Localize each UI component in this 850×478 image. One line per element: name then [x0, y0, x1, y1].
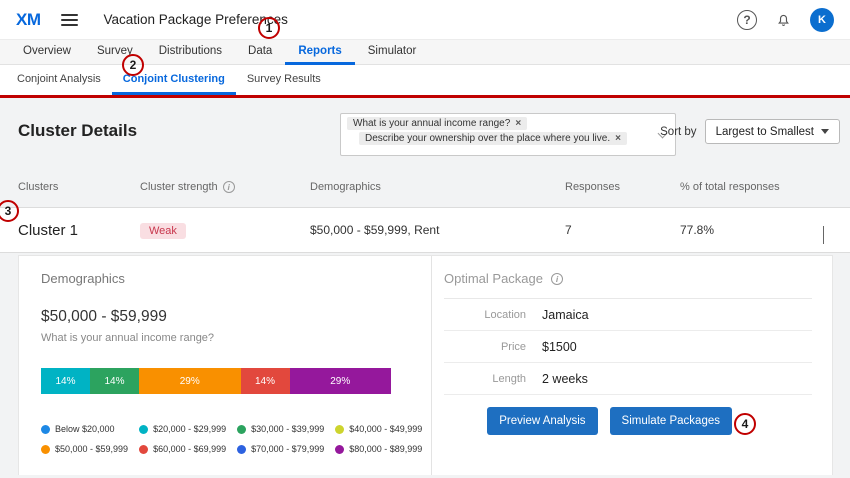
legend-label: $40,000 - $49,999 [349, 424, 422, 434]
collapse-chevron-icon[interactable] [823, 226, 824, 244]
preview-analysis-button[interactable]: Preview Analysis [487, 407, 597, 435]
col-clusters: Clusters [18, 181, 140, 193]
legend-item: Below $20,000 [41, 424, 128, 434]
legend-dot [335, 445, 344, 454]
legend-dot [139, 425, 148, 434]
filter-chip-label: What is your annual income range? [353, 118, 510, 129]
tab-data[interactable]: Data [235, 40, 285, 65]
legend-item: $70,000 - $79,999 [237, 444, 324, 454]
cluster-row[interactable]: Cluster 1 Weak $50,000 - $59,999, Rent 7… [0, 207, 850, 253]
col-responses: Responses [565, 181, 680, 193]
annotation-circle-2: 2 [122, 54, 144, 76]
legend-dot [237, 445, 246, 454]
legend-item: $40,000 - $49,999 [335, 424, 422, 434]
col-percent: % of total responses [680, 181, 850, 193]
legend-label: $80,000 - $89,999 [349, 444, 422, 454]
legend-dot [335, 425, 344, 434]
sort-control: Sort by Largest to Smallest [660, 119, 840, 144]
notifications-icon[interactable] [775, 11, 792, 28]
annotation-line [0, 95, 850, 98]
legend-item: $60,000 - $69,999 [139, 444, 226, 454]
avatar[interactable]: K [810, 8, 834, 32]
income-stacked-bar: 14%14%29%14%29% [41, 368, 391, 394]
attribute-row-location: Location Jamaica [444, 299, 812, 331]
info-icon[interactable]: i [223, 181, 235, 193]
bar-segment: 29% [139, 368, 241, 394]
cluster-demographics: $50,000 - $59,999, Rent [310, 223, 565, 237]
filter-chips: What is your annual income range? × Desc… [341, 114, 649, 155]
cluster-detail-panel: Demographics $50,000 - $59,999 What is y… [18, 255, 833, 475]
xm-logo: XM [16, 10, 41, 30]
legend-label: $50,000 - $59,999 [55, 444, 128, 454]
legend-label: $30,000 - $39,999 [251, 424, 324, 434]
table-header: Clusters Cluster strength i Demographics… [0, 177, 850, 197]
simulate-packages-button[interactable]: Simulate Packages [610, 407, 732, 435]
tab-distributions[interactable]: Distributions [146, 40, 235, 65]
cluster-percent: 77.8% [680, 223, 850, 237]
info-icon[interactable]: i [551, 273, 563, 285]
annotation-circle-1: 1 [258, 17, 280, 39]
sort-value: Largest to Smallest [716, 126, 814, 138]
legend-dot [237, 425, 246, 434]
cluster-name: Cluster 1 [18, 222, 140, 239]
demographics-headline: $50,000 - $59,999 [41, 308, 431, 326]
bar-segment: 14% [90, 368, 139, 394]
filter-chip[interactable]: What is your annual income range? × [347, 117, 527, 130]
toolbar: Cluster Details What is your annual inco… [0, 95, 850, 157]
legend-label: $20,000 - $29,999 [153, 424, 226, 434]
bar-segment: 29% [290, 368, 392, 394]
legend-item: $30,000 - $39,999 [237, 424, 324, 434]
subtab-conjoint-analysis[interactable]: Conjoint Analysis [6, 65, 112, 95]
legend-label: $70,000 - $79,999 [251, 444, 324, 454]
tab-simulator[interactable]: Simulator [355, 40, 430, 65]
demographics-title: Demographics [41, 271, 431, 286]
chip-remove-icon[interactable]: × [615, 133, 621, 144]
col-demographics: Demographics [310, 181, 565, 193]
legend-dot [139, 445, 148, 454]
action-buttons: Preview Analysis Simulate Packages [444, 407, 812, 435]
legend-label: Below $20,000 [55, 424, 115, 434]
filter-chip[interactable]: Describe your ownership over the place w… [359, 132, 627, 145]
question-filter-select[interactable]: What is your annual income range? × Desc… [340, 113, 676, 156]
bar-segment: 14% [41, 368, 90, 394]
menu-icon[interactable] [61, 14, 78, 26]
attribute-row-price: Price $1500 [444, 331, 812, 363]
annotation-circle-4: 4 [734, 413, 756, 435]
legend-item: $50,000 - $59,999 [41, 444, 128, 454]
tab-reports[interactable]: Reports [285, 40, 354, 65]
attribute-label: Length [444, 373, 526, 385]
legend-dot [41, 425, 50, 434]
app-window: XM Vacation Package Preferences ? K Over… [0, 0, 850, 478]
attribute-value: Jamaica [542, 308, 589, 322]
chip-remove-icon[interactable]: × [515, 118, 521, 129]
top-bar: XM Vacation Package Preferences ? K [0, 0, 850, 40]
demographics-section: Demographics $50,000 - $59,999 What is y… [19, 256, 431, 475]
optimal-package-title: Optimal Package [444, 271, 543, 286]
legend-dot [41, 445, 50, 454]
attribute-value: 2 weeks [542, 372, 588, 386]
col-cluster-strength: Cluster strength i [140, 181, 310, 193]
caret-down-icon [821, 129, 829, 134]
attribute-label: Location [444, 309, 526, 321]
help-icon[interactable]: ? [737, 10, 757, 30]
legend-label: $60,000 - $69,999 [153, 444, 226, 454]
bar-segment: 14% [241, 368, 290, 394]
attribute-label: Price [444, 341, 526, 353]
sort-label: Sort by [660, 126, 696, 138]
legend-item: $80,000 - $89,999 [335, 444, 422, 454]
cluster-responses: 7 [565, 223, 680, 237]
income-legend: Below $20,000 $20,000 - $29,999 $30,000 - … [41, 424, 431, 454]
page-title: Cluster Details [18, 121, 137, 141]
subtab-survey-results[interactable]: Survey Results [236, 65, 332, 95]
attribute-row-length: Length 2 weeks [444, 363, 812, 395]
attribute-value: $1500 [542, 340, 577, 354]
strength-badge: Weak [140, 223, 186, 239]
sort-dropdown[interactable]: Largest to Smallest [705, 119, 840, 144]
optimal-package-section: Optimal Package i Location Jamaica Price… [431, 256, 832, 475]
tab-overview[interactable]: Overview [10, 40, 84, 65]
filter-chip-label: Describe your ownership over the place w… [365, 133, 610, 144]
demographics-question: What is your annual income range? [41, 332, 431, 344]
legend-item: $20,000 - $29,999 [139, 424, 226, 434]
